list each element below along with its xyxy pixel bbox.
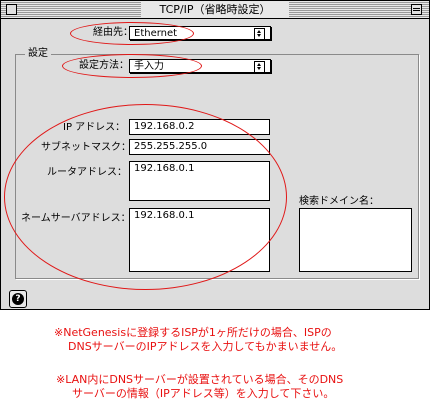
setup-group-label: 設定 xyxy=(25,47,51,61)
annotation-circle-addresses xyxy=(4,104,287,290)
search-domain-label: 検索ドメイン名： xyxy=(299,196,379,207)
note-2-line-2: サーバーの情報（IPアドレス等）を入力して下さい。 xyxy=(72,387,335,400)
annotation-circle-connect xyxy=(70,22,194,45)
help-button[interactable]: ? xyxy=(9,290,27,308)
note-1-line-2: DNSサーバーのIPアドレスを入力してもかまいません。 xyxy=(68,340,343,353)
popup-arrows-icon xyxy=(254,61,265,73)
annotation-circle-configure xyxy=(62,54,202,78)
collapse-box[interactable] xyxy=(411,4,422,15)
title-bar[interactable]: TCP/IP（省略時設定） xyxy=(1,1,429,19)
search-domain-field[interactable] xyxy=(299,208,412,272)
question-mark-icon: ? xyxy=(12,293,24,305)
popup-arrows-icon xyxy=(254,28,265,40)
close-box[interactable] xyxy=(6,4,17,15)
note-1-line-1: ※NetGenesisに登録するISPが1ヶ所だけの場合、ISPの xyxy=(54,326,332,339)
note-2-line-1: ※LAN内にDNSサーバーが設置されている場合、そのDNS xyxy=(56,373,344,386)
window-title: TCP/IP（省略時設定） xyxy=(141,2,289,17)
